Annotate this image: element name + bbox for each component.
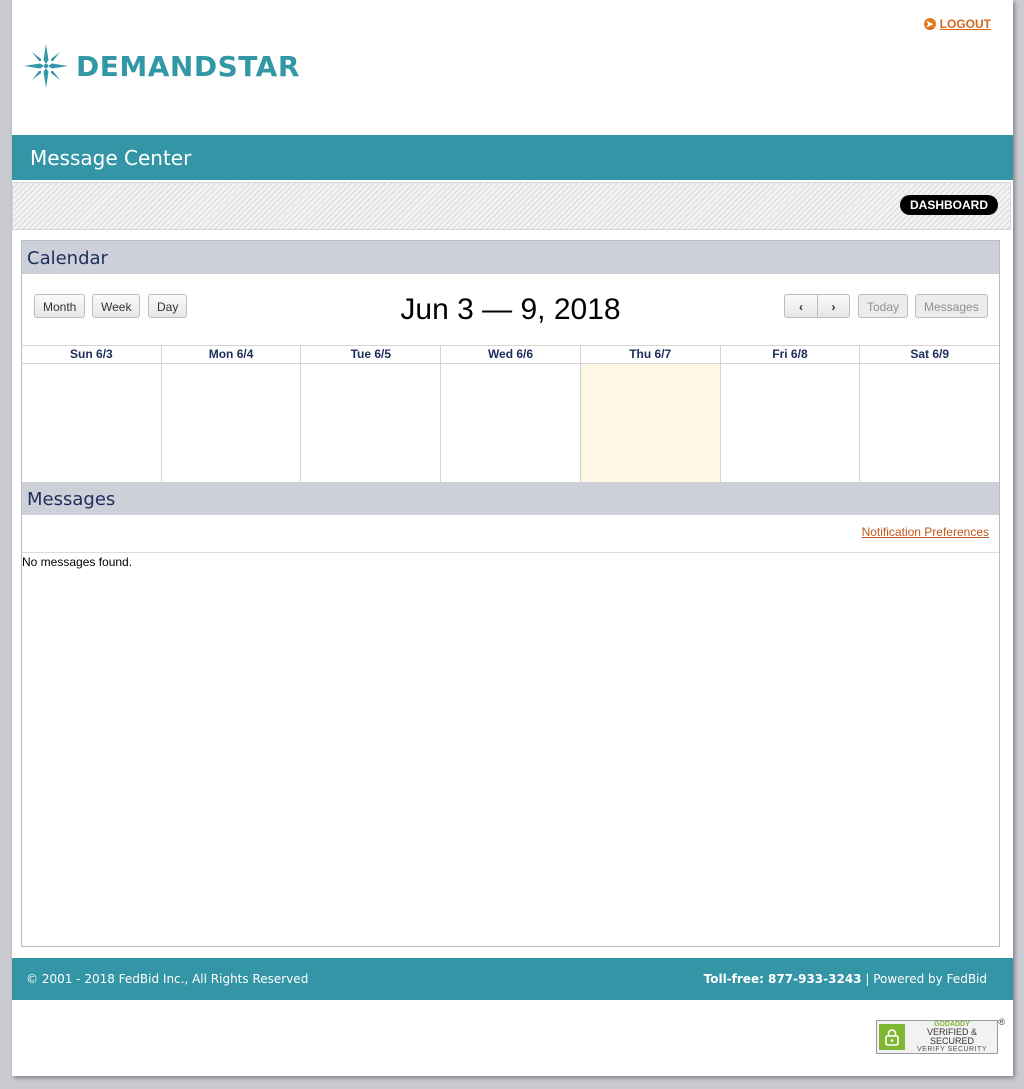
badge-text: GODADDY VERIFIED & SECURED VERIFY SECURI…: [907, 1021, 997, 1053]
day-header: Sun 6/3: [22, 346, 161, 364]
day-column-mon[interactable]: Mon 6/4: [161, 346, 302, 483]
prev-week-button[interactable]: ‹: [784, 294, 818, 318]
notification-preferences-link[interactable]: Notification Preferences: [862, 525, 989, 539]
badge-line3: VERIFY SECURITY: [917, 1046, 987, 1053]
messages-button[interactable]: Messages: [915, 294, 988, 318]
title-bar: Message Center: [12, 135, 1013, 180]
star-logo-icon: [24, 44, 68, 88]
subnav-bar: DASHBOARD: [12, 182, 1011, 230]
day-column-wed[interactable]: Wed 6/6: [441, 346, 581, 483]
day-header: Tue 6/5: [301, 346, 441, 364]
arrow-right-icon: ➤: [923, 18, 936, 30]
footer-separator: |: [861, 972, 874, 986]
calendar-toolbar: Month Week Day Jun 3 — 9, 2018 ‹ › Today…: [22, 274, 999, 344]
day-cell[interactable]: [22, 364, 161, 483]
day-column-tue[interactable]: Tue 6/5: [301, 346, 442, 483]
messages-section-title: Messages: [22, 482, 999, 515]
day-header: Thu 6/7: [580, 346, 720, 364]
copyright-text: © 2001 - 2018 FedBid Inc., All Rights Re…: [26, 972, 309, 986]
registered-mark: ®: [998, 1017, 1005, 1027]
day-cell[interactable]: [721, 364, 860, 483]
empty-messages-text: No messages found.: [22, 555, 133, 569]
day-column-fri[interactable]: Fri 6/8: [720, 346, 861, 483]
lock-icon: [879, 1024, 905, 1050]
day-header: Fri 6/8: [720, 346, 860, 364]
messages-actions-row: Notification Preferences: [22, 515, 999, 553]
brand-name: DEMANDSTAR: [76, 49, 300, 83]
chevron-left-icon: ‹: [799, 300, 803, 314]
week-grid: Sun 6/3 Mon 6/4 Tue 6/5 Wed 6/6 Thu 6/7 …: [22, 345, 1000, 483]
day-cell[interactable]: [441, 364, 580, 483]
logout-link[interactable]: ➤ LOGOUT: [923, 17, 991, 31]
day-cell[interactable]: [301, 364, 440, 483]
footer: © 2001 - 2018 FedBid Inc., All Rights Re…: [12, 958, 1013, 1000]
day-header: Mon 6/4: [161, 346, 301, 364]
day-column-thu[interactable]: Thu 6/7: [580, 346, 721, 483]
today-cell[interactable]: [580, 364, 720, 483]
messages-section: Messages Notification Preferences No mes…: [22, 482, 999, 569]
tollfree-text: Toll-free: 877-933-3243: [703, 972, 862, 986]
calendar-section-title: Calendar: [22, 241, 999, 274]
next-week-button[interactable]: ›: [817, 294, 850, 318]
main-panel: Calendar Month Week Day Jun 3 — 9, 2018 …: [21, 240, 1000, 947]
powered-by-text: Powered by FedBid: [873, 972, 987, 986]
day-column-sun[interactable]: Sun 6/3: [22, 346, 162, 483]
security-badge[interactable]: GODADDY VERIFIED & SECURED VERIFY SECURI…: [876, 1017, 1005, 1054]
day-header: Wed 6/6: [441, 346, 580, 364]
calendar-range-title: Jun 3 — 9, 2018: [400, 293, 621, 326]
day-cell[interactable]: [860, 364, 999, 483]
day-column-sat[interactable]: Sat 6/9: [860, 346, 1000, 483]
page-title: Message Center: [30, 146, 192, 170]
dashboard-button[interactable]: DASHBOARD: [900, 195, 998, 215]
footer-contact: Toll-free: 877-933-3243 | Powered by Fed…: [704, 972, 987, 986]
brand-logo[interactable]: DEMANDSTAR: [24, 44, 300, 88]
logout-label: LOGOUT: [939, 17, 991, 31]
today-button[interactable]: Today: [858, 294, 909, 318]
page: ➤ LOGOUT DEMANDSTAR Message Center DASHB…: [12, 0, 1013, 1076]
day-cell[interactable]: [162, 364, 301, 483]
chevron-right-icon: ›: [831, 300, 836, 314]
badge-line2: VERIFIED & SECURED: [926, 1027, 977, 1046]
day-header: Sat 6/9: [860, 346, 1000, 364]
